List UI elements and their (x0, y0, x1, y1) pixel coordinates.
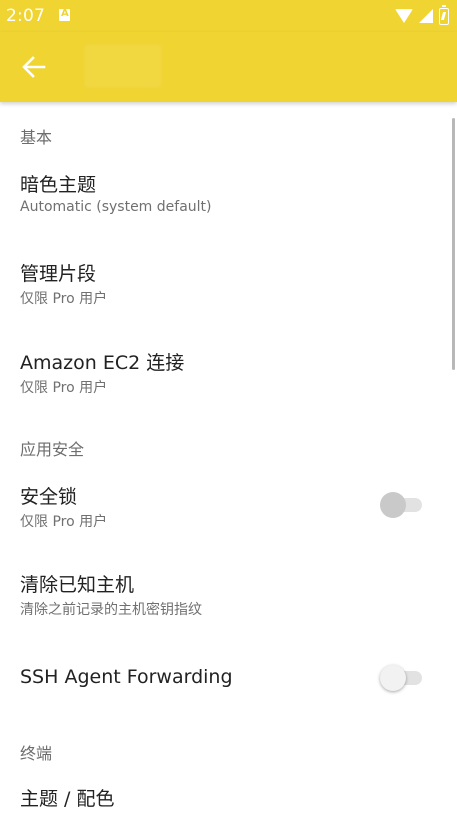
pref-ec2-connection[interactable]: Amazon EC2 连接 仅限 Pro 用户 (0, 332, 450, 412)
status-time: 2:07 (6, 6, 45, 26)
pref-summary: 仅限 Pro 用户 (20, 380, 108, 396)
pref-manage-snippets[interactable]: 管理片段 仅限 Pro 用户 (0, 243, 450, 323)
status-icons (395, 4, 449, 25)
switch-thumb (380, 492, 406, 518)
arrow-left-icon (22, 56, 46, 78)
security-lock-switch[interactable] (380, 491, 422, 518)
pref-theme-colors[interactable]: 主题 / 配色 (0, 770, 450, 814)
pref-title: 暗色主题 (20, 174, 97, 196)
pref-summary: Automatic (system default) (20, 199, 212, 215)
pref-ssh-agent-forwarding[interactable]: SSH Agent Forwarding (0, 650, 450, 710)
pref-title: 管理片段 (20, 263, 97, 285)
pref-summary: 仅限 Pro 用户 (20, 291, 108, 307)
toolbar-title (84, 44, 162, 88)
status-bar: 2:07 (0, 0, 457, 32)
wifi-icon (395, 9, 413, 23)
pref-title: SSH Agent Forwarding (20, 666, 233, 688)
pref-clear-known-hosts[interactable]: 清除已知主机 清除之前记录的主机密钥指纹 (0, 554, 450, 634)
toolbar (0, 32, 457, 102)
settings-list: 基本 暗色主题 Automatic (system default) 管理片段 … (0, 102, 457, 814)
pref-title: 主题 / 配色 (20, 788, 115, 810)
pref-summary: 清除之前记录的主机密钥指纹 (20, 602, 202, 618)
pref-summary: 仅限 Pro 用户 (20, 514, 108, 530)
signal-icon (419, 9, 433, 23)
switch-thumb (380, 665, 406, 691)
pref-title: 安全锁 (20, 486, 78, 508)
back-button[interactable] (16, 49, 52, 85)
section-header-terminal: 终端 (20, 744, 53, 763)
battery-charging-icon (439, 4, 449, 25)
pref-security-lock[interactable]: 安全锁 仅限 Pro 用户 (0, 466, 450, 546)
a-box-icon (59, 8, 70, 21)
pref-title: 清除已知主机 (20, 574, 135, 596)
section-header-basic: 基本 (20, 128, 53, 147)
pref-title: Amazon EC2 连接 (20, 352, 185, 374)
pref-dark-theme[interactable]: 暗色主题 Automatic (system default) (0, 154, 450, 234)
ssh-agent-switch[interactable] (380, 664, 422, 691)
scrollbar[interactable] (452, 118, 455, 370)
section-header-app-security: 应用安全 (20, 440, 85, 459)
